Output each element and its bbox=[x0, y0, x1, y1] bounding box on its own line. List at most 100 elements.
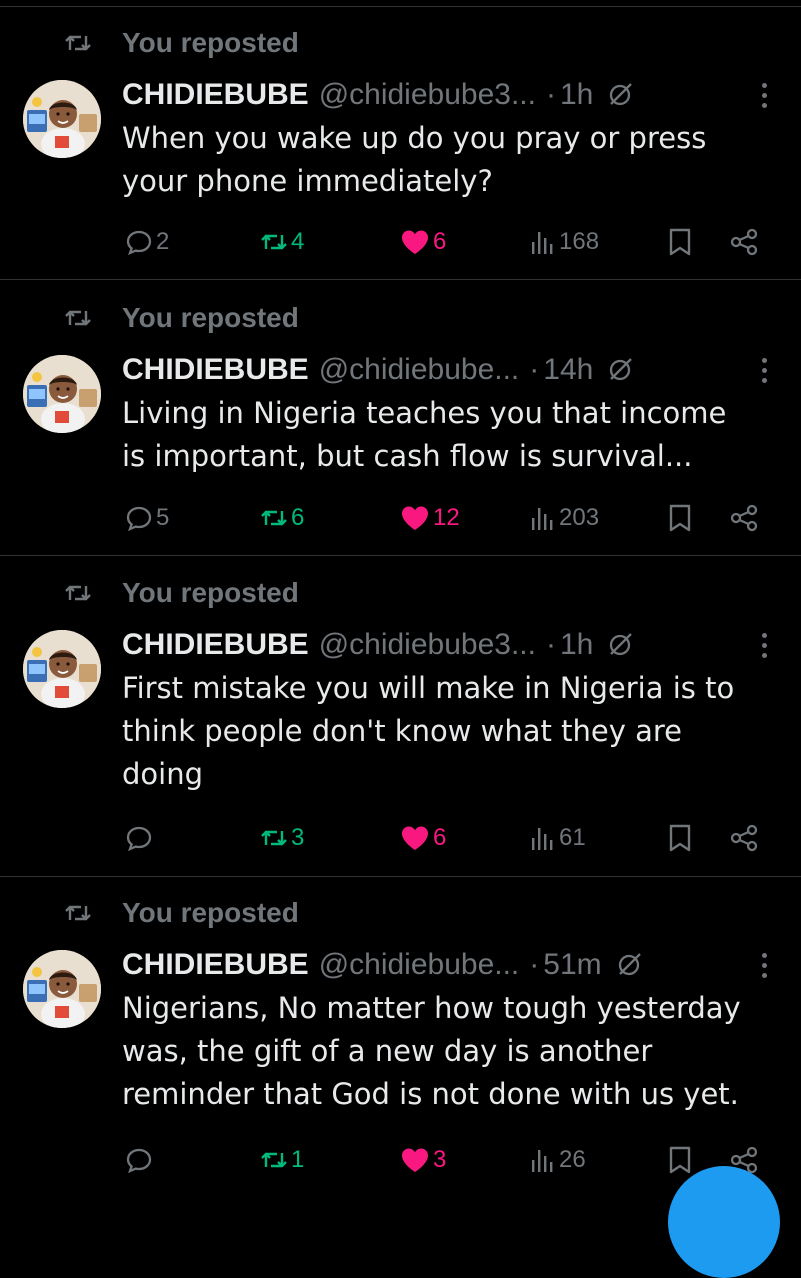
post-actions: 1 3 26 bbox=[122, 1140, 772, 1180]
reply-icon bbox=[125, 504, 153, 532]
reply-count: 2 bbox=[156, 228, 170, 255]
share-button[interactable] bbox=[726, 498, 759, 538]
author-handle[interactable]: @chidiebube... bbox=[319, 948, 520, 982]
heart-icon bbox=[400, 228, 430, 256]
like-count: 3 bbox=[433, 1146, 447, 1173]
bookmark-button[interactable] bbox=[664, 818, 693, 858]
like-button[interactable]: 6 bbox=[397, 818, 446, 858]
post-time[interactable]: 51m bbox=[543, 948, 601, 982]
repost-icon bbox=[260, 826, 288, 850]
views-count: 61 bbox=[559, 824, 586, 851]
author-handle[interactable]: @chidiebube3... bbox=[319, 628, 536, 662]
post-time[interactable]: 1h bbox=[560, 78, 593, 112]
repost-icon bbox=[64, 900, 106, 926]
more-icon[interactable] bbox=[757, 80, 771, 110]
hide-icon[interactable] bbox=[605, 80, 635, 110]
post-time[interactable]: 14h bbox=[543, 353, 593, 387]
bookmark-button[interactable] bbox=[664, 1140, 693, 1180]
repost-button[interactable]: 6 bbox=[257, 498, 304, 538]
author-handle[interactable]: @chidiebube3... bbox=[319, 78, 536, 112]
repost-label: You reposted bbox=[122, 577, 299, 608]
separator-dot: · bbox=[545, 628, 556, 661]
author-name[interactable]: CHIDIEBUBE bbox=[122, 628, 309, 662]
bookmark-icon bbox=[667, 1145, 693, 1175]
repost-indicator: You reposted bbox=[64, 575, 299, 611]
like-count: 6 bbox=[433, 824, 447, 851]
post-divider bbox=[0, 876, 801, 877]
more-icon[interactable] bbox=[757, 630, 771, 660]
share-button[interactable] bbox=[726, 222, 759, 262]
post-header: CHIDIEBUBE @chidiebube3... · 1h bbox=[122, 76, 771, 114]
post-actions: 3 6 61 bbox=[122, 818, 772, 858]
post-divider bbox=[0, 279, 801, 280]
repost-button[interactable]: 3 bbox=[257, 818, 304, 858]
views-button[interactable]: 26 bbox=[527, 1140, 586, 1180]
views-button[interactable]: 61 bbox=[527, 818, 586, 858]
views-icon bbox=[530, 1146, 556, 1174]
repost-label: You reposted bbox=[122, 27, 299, 58]
bookmark-icon bbox=[667, 503, 693, 533]
bookmark-button[interactable] bbox=[664, 222, 693, 262]
post-actions: 5 6 12 203 bbox=[122, 498, 772, 538]
post-text: Nigerians, No matter how tough yesterday… bbox=[122, 991, 741, 1111]
like-button[interactable]: 6 bbox=[397, 222, 446, 262]
reply-icon bbox=[125, 228, 153, 256]
views-button[interactable]: 168 bbox=[527, 222, 599, 262]
repost-count: 6 bbox=[291, 504, 305, 531]
hide-icon[interactable] bbox=[605, 355, 635, 385]
hide-icon[interactable] bbox=[605, 630, 635, 660]
repost-indicator: You reposted bbox=[64, 895, 299, 931]
separator-dot: · bbox=[545, 78, 556, 111]
heart-icon bbox=[400, 1146, 430, 1174]
reply-icon bbox=[125, 824, 153, 852]
repost-label: You reposted bbox=[122, 897, 299, 928]
bookmark-icon bbox=[667, 227, 693, 257]
reply-button[interactable] bbox=[122, 1140, 156, 1180]
reply-button[interactable]: 5 bbox=[122, 498, 169, 538]
share-icon bbox=[729, 503, 759, 533]
reply-button[interactable]: 2 bbox=[122, 222, 169, 262]
like-button[interactable]: 3 bbox=[397, 1140, 446, 1180]
avatar[interactable] bbox=[23, 80, 101, 158]
share-button[interactable] bbox=[726, 818, 759, 858]
reply-icon bbox=[125, 1146, 153, 1174]
author-name[interactable]: CHIDIEBUBE bbox=[122, 353, 309, 387]
post-text: Living in Nigeria teaches you that incom… bbox=[122, 396, 727, 473]
author-name[interactable]: CHIDIEBUBE bbox=[122, 948, 309, 982]
hide-icon[interactable] bbox=[614, 950, 644, 980]
repost-button[interactable]: 1 bbox=[257, 1140, 304, 1180]
repost-indicator: You reposted bbox=[64, 25, 299, 61]
separator-dot: · bbox=[529, 353, 540, 386]
avatar[interactable] bbox=[23, 950, 101, 1028]
post-header: CHIDIEBUBE @chidiebube... · 14h bbox=[122, 351, 771, 389]
like-count: 12 bbox=[433, 504, 460, 531]
repost-button[interactable]: 4 bbox=[257, 222, 304, 262]
more-icon[interactable] bbox=[757, 355, 771, 385]
views-icon bbox=[530, 824, 556, 852]
separator-dot: · bbox=[529, 948, 540, 981]
views-count: 168 bbox=[559, 228, 600, 255]
share-icon bbox=[729, 227, 759, 257]
repost-icon bbox=[64, 580, 106, 606]
repost-indicator: You reposted bbox=[64, 300, 299, 336]
views-icon bbox=[530, 228, 556, 256]
compose-button[interactable] bbox=[668, 1166, 780, 1278]
like-button[interactable]: 12 bbox=[397, 498, 460, 538]
avatar[interactable] bbox=[23, 630, 101, 708]
top-divider bbox=[0, 6, 801, 7]
reply-button[interactable] bbox=[122, 818, 156, 858]
bookmark-button[interactable] bbox=[664, 498, 693, 538]
post-time[interactable]: 1h bbox=[560, 628, 593, 662]
bookmark-icon bbox=[667, 823, 693, 853]
views-button[interactable]: 203 bbox=[527, 498, 599, 538]
author-handle[interactable]: @chidiebube... bbox=[319, 353, 520, 387]
more-icon[interactable] bbox=[757, 950, 771, 980]
avatar[interactable] bbox=[23, 355, 101, 433]
reply-count: 5 bbox=[156, 504, 170, 531]
post-text: When you wake up do you pray or press yo… bbox=[122, 121, 707, 198]
heart-icon bbox=[400, 824, 430, 852]
post-header: CHIDIEBUBE @chidiebube3... · 1h bbox=[122, 626, 771, 664]
repost-icon bbox=[260, 1148, 288, 1172]
author-name[interactable]: CHIDIEBUBE bbox=[122, 78, 309, 112]
repost-icon bbox=[260, 230, 288, 254]
